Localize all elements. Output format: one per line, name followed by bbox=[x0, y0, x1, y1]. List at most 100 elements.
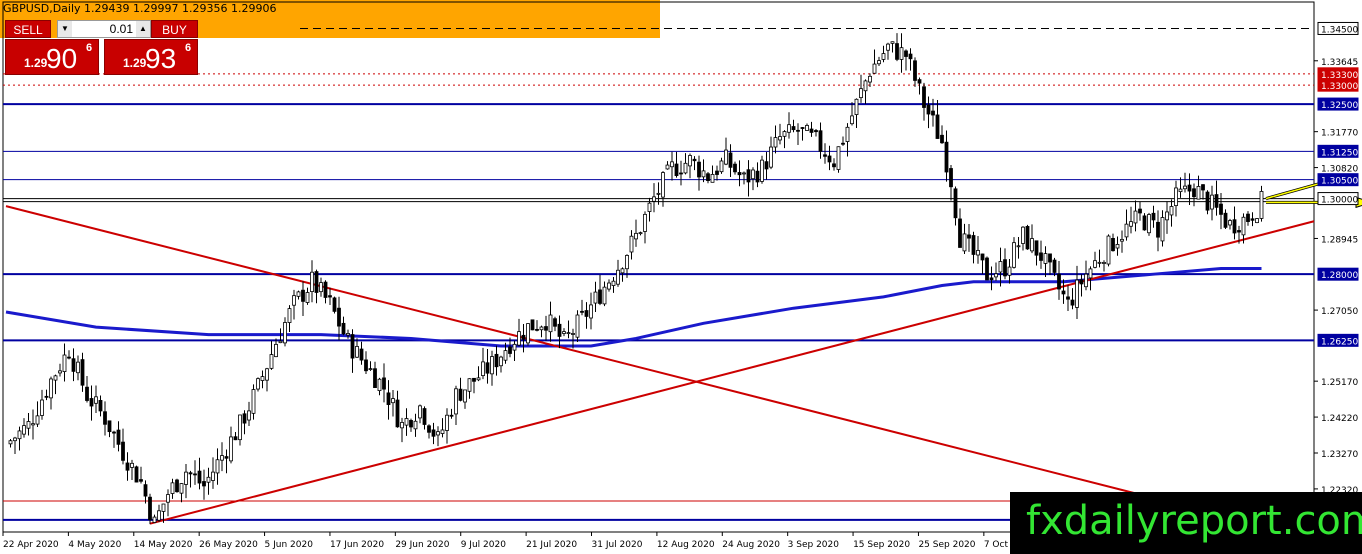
candle-up bbox=[1183, 185, 1187, 190]
candle-up bbox=[562, 331, 566, 334]
x-tick-label: 15 Sep 2020 bbox=[853, 540, 910, 550]
lot-size-stepper[interactable]: ▼ 0.01 ▲ bbox=[57, 20, 151, 38]
candle-up bbox=[998, 261, 1003, 273]
candle-up bbox=[683, 162, 688, 174]
candle-down bbox=[1003, 259, 1007, 277]
candle-down bbox=[386, 392, 391, 405]
candle-up bbox=[845, 126, 850, 142]
candle-up bbox=[602, 286, 607, 305]
candle-down bbox=[971, 235, 976, 255]
candle-down bbox=[706, 173, 710, 181]
candle-down bbox=[125, 462, 130, 471]
candle-up bbox=[526, 323, 530, 344]
candle-up bbox=[1007, 266, 1012, 276]
candle-up bbox=[1210, 194, 1214, 210]
price-label: 1.31250 bbox=[1321, 148, 1358, 158]
candle-down bbox=[224, 456, 229, 459]
candle-down bbox=[715, 170, 719, 175]
candle-up bbox=[1129, 221, 1133, 227]
candle-up bbox=[404, 418, 409, 426]
candle-up bbox=[26, 421, 31, 429]
candle-down bbox=[917, 79, 922, 84]
candle-up bbox=[1030, 238, 1034, 252]
candle-up bbox=[1259, 191, 1264, 219]
candle-up bbox=[724, 149, 728, 165]
candle-up bbox=[53, 375, 58, 381]
candle-up bbox=[58, 370, 62, 374]
candle-up bbox=[40, 399, 44, 416]
candle-up bbox=[751, 169, 755, 180]
candle-up bbox=[305, 292, 310, 303]
buy-button[interactable]: BUY bbox=[151, 20, 198, 38]
candle-up bbox=[571, 333, 575, 335]
candle-up bbox=[440, 429, 445, 434]
candle-down bbox=[98, 400, 103, 412]
price-label: 1.28000 bbox=[1321, 271, 1358, 281]
candle-up bbox=[868, 75, 872, 83]
candle-down bbox=[980, 253, 985, 261]
candle-up bbox=[589, 304, 593, 319]
candle-down bbox=[337, 307, 341, 327]
candle-up bbox=[688, 155, 692, 167]
candle-up bbox=[211, 471, 215, 481]
candle-up bbox=[278, 340, 283, 344]
y-tick-label: 1.23270 bbox=[1321, 450, 1358, 460]
candle-down bbox=[350, 334, 355, 359]
y-tick-label: 1.28945 bbox=[1321, 235, 1358, 245]
candle-up bbox=[850, 115, 854, 125]
candle-down bbox=[553, 318, 557, 327]
candle-up bbox=[206, 476, 211, 483]
candle-up bbox=[1075, 279, 1079, 308]
candle-up bbox=[310, 271, 314, 292]
candle-up bbox=[1088, 268, 1093, 279]
candle-up bbox=[296, 291, 301, 297]
candle-up bbox=[1016, 245, 1021, 248]
candle-up bbox=[287, 308, 292, 323]
lot-increase-icon[interactable]: ▲ bbox=[136, 21, 150, 37]
candle-up bbox=[391, 398, 395, 404]
candle-up bbox=[656, 192, 661, 195]
candle-down bbox=[328, 295, 332, 298]
candle-down bbox=[134, 466, 139, 483]
candle-down bbox=[521, 334, 526, 340]
price-label: 1.32500 bbox=[1321, 101, 1358, 111]
lot-decrease-icon[interactable]: ▼ bbox=[58, 21, 72, 37]
candle-down bbox=[301, 289, 305, 302]
x-tick-label: 22 Apr 2020 bbox=[3, 540, 59, 550]
candle-down bbox=[746, 169, 751, 183]
sell-price[interactable]: 1.29 90 6 bbox=[5, 39, 99, 75]
candle-up bbox=[787, 124, 791, 133]
candle-down bbox=[193, 473, 197, 476]
x-tick-label: 26 May 2020 bbox=[199, 540, 258, 550]
candle-up bbox=[634, 232, 638, 240]
candle-down bbox=[449, 414, 454, 417]
candle-down bbox=[80, 359, 85, 386]
candle-down bbox=[508, 346, 512, 354]
buy-price[interactable]: 1.29 93 6 bbox=[104, 39, 198, 75]
descending-trendline bbox=[5, 205, 1315, 540]
candle-up bbox=[778, 136, 782, 141]
candle-up bbox=[292, 295, 296, 306]
candle-up bbox=[1012, 242, 1016, 268]
candle-down bbox=[148, 496, 152, 521]
watermark-text: fxdailyreport.com bbox=[1026, 498, 1362, 544]
candle-up bbox=[1241, 216, 1246, 236]
candle-down bbox=[107, 420, 112, 433]
candle-down bbox=[800, 127, 805, 129]
candle-up bbox=[1097, 261, 1102, 264]
candle-down bbox=[103, 411, 107, 425]
sell-button[interactable]: SELL bbox=[5, 20, 51, 38]
candle-down bbox=[485, 362, 490, 374]
lot-size-input[interactable]: 0.01 bbox=[72, 21, 136, 37]
candle-down bbox=[1061, 290, 1066, 295]
watermark: fxdailyreport.com bbox=[1010, 492, 1362, 554]
y-tick-label: 1.25170 bbox=[1321, 378, 1358, 388]
candle-up bbox=[161, 503, 166, 512]
candle-up bbox=[539, 326, 544, 331]
candle-down bbox=[679, 172, 683, 175]
candle-down bbox=[944, 141, 949, 173]
candle-down bbox=[1250, 218, 1255, 221]
candle-down bbox=[1219, 203, 1223, 215]
candle-down bbox=[967, 234, 971, 239]
candle-up bbox=[976, 250, 980, 256]
